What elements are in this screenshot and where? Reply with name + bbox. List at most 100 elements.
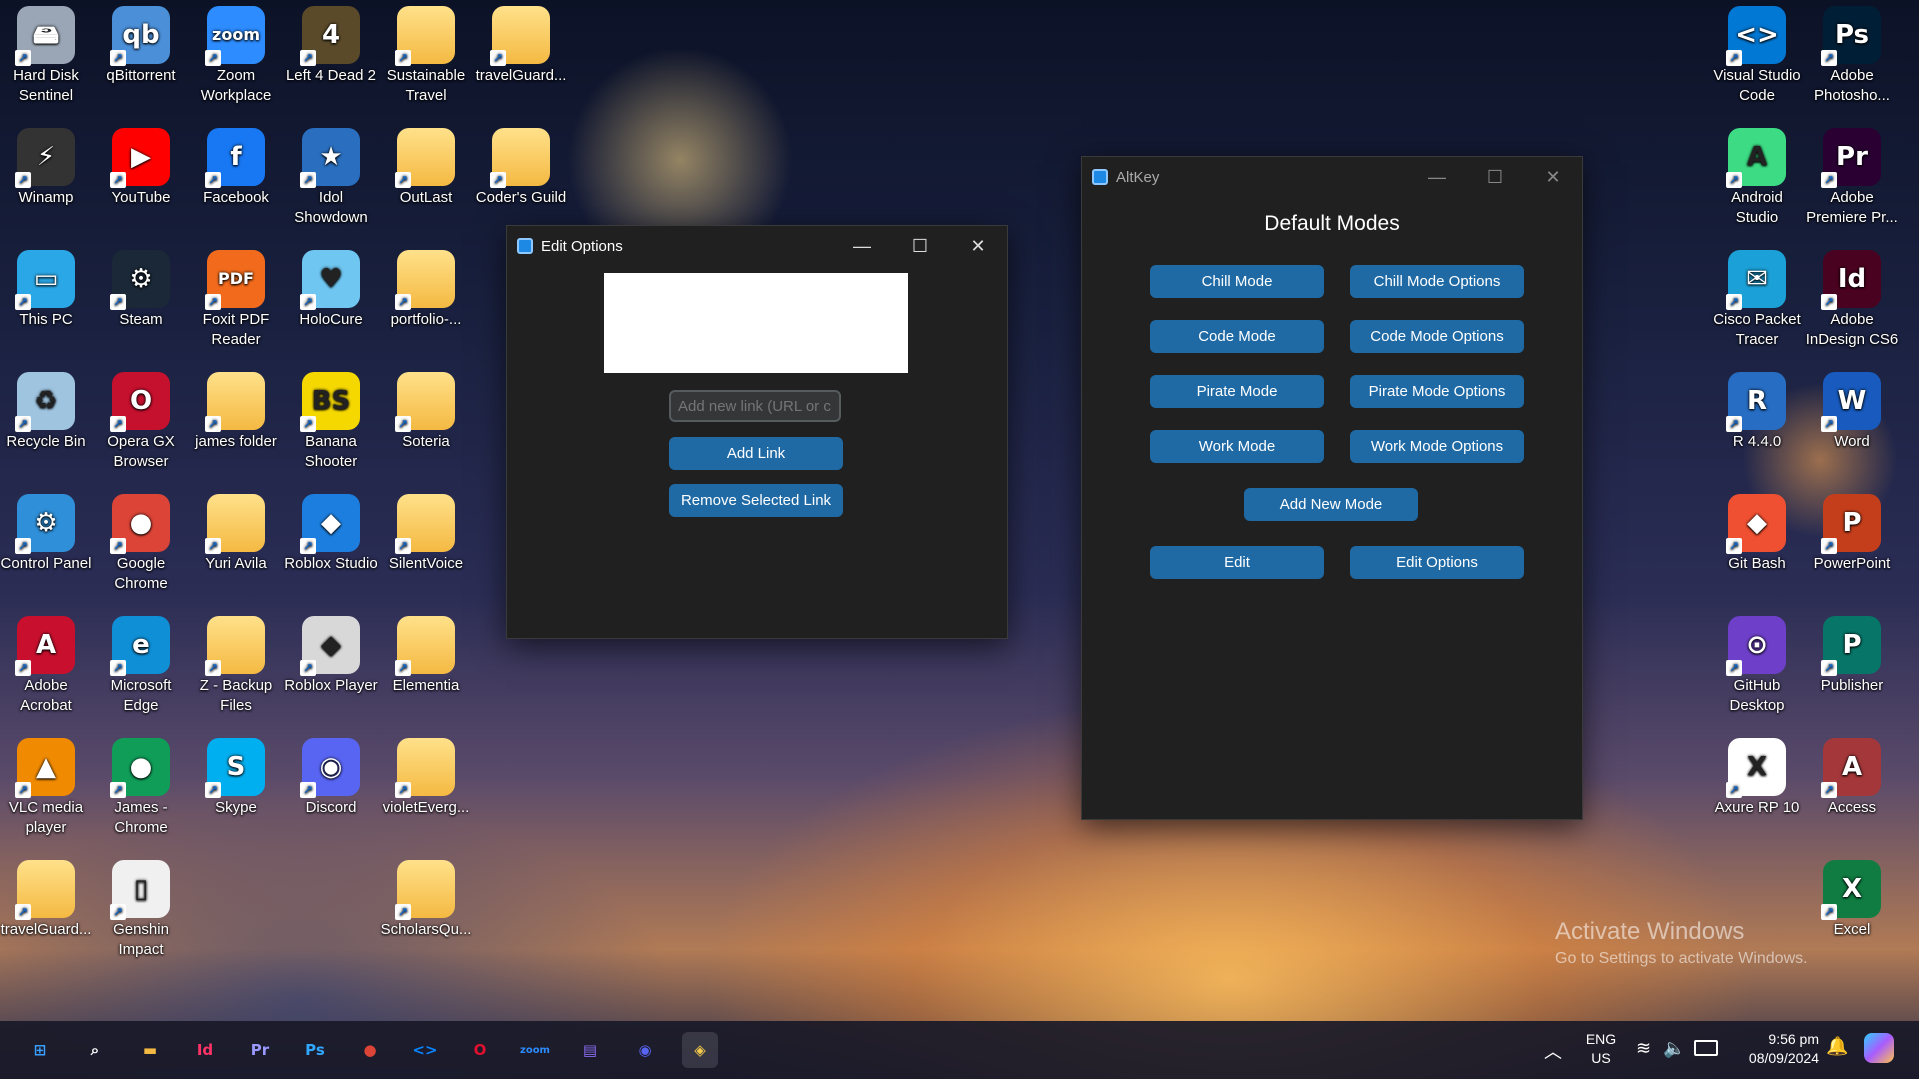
- desktop-icon-travelguard[interactable]: ↗ travelGuard...: [473, 2, 569, 86]
- volume-icon[interactable]: 🔈: [1663, 1038, 1685, 1059]
- desktop-icon-skype[interactable]: S ↗ Skype: [188, 734, 284, 818]
- links-listbox[interactable]: [604, 273, 908, 373]
- desktop-icon-adobe-premiere-pr[interactable]: Pr ↗ Adobe Premiere Pr...: [1804, 124, 1900, 228]
- show-hidden-icons-icon[interactable]: ︿: [1544, 1038, 1562, 1064]
- desktop-icon-recycle-bin[interactable]: ♻ ↗ Recycle Bin: [0, 368, 94, 452]
- maximize-icon[interactable]: ☐: [891, 226, 949, 266]
- desktop-icon-git-bash[interactable]: ◆ ↗ Git Bash: [1709, 490, 1805, 574]
- battery-icon[interactable]: [1694, 1040, 1718, 1056]
- desktop-icon-discord[interactable]: ◉ ↗ Discord: [283, 734, 379, 818]
- chill-mode-button[interactable]: Chill Mode: [1150, 265, 1324, 298]
- desktop-icon-label: HoloCure: [299, 311, 363, 328]
- desktop-icon-steam[interactable]: ⚙ ↗ Steam: [93, 246, 189, 330]
- desktop-icon-foxit-pdf-reader[interactable]: PDF ↗ Foxit PDF Reader: [188, 246, 284, 350]
- desktop-icon-zoom-workplace[interactable]: zoom ↗ Zoom Workplace: [188, 2, 284, 106]
- desktop-icon-travelguard[interactable]: ↗ travelGuard...: [0, 856, 94, 940]
- work-mode-button[interactable]: Work Mode: [1150, 430, 1324, 463]
- desktop-icon-adobe-indesign-cs6[interactable]: Id ↗ Adobe InDesign CS6: [1804, 246, 1900, 350]
- desktop-icon-android-studio[interactable]: A ↗ Android Studio: [1709, 124, 1805, 228]
- desktop-icon-r-4-4-0[interactable]: R ↗ R 4.4.0: [1709, 368, 1805, 452]
- desktop-icon-facebook[interactable]: f ↗ Facebook: [188, 124, 284, 208]
- taskbar-clipchamp-icon[interactable]: ▤: [572, 1032, 608, 1068]
- close-icon[interactable]: ✕: [949, 226, 1007, 266]
- desktop-icon-winamp[interactable]: ⚡ ↗ Winamp: [0, 124, 94, 208]
- desktop-icon-james-chrome[interactable]: ● ↗ James - Chrome: [93, 734, 189, 838]
- desktop-icon-cisco-packet-tracer[interactable]: ✉ ↗ Cisco Packet Tracer: [1709, 246, 1805, 350]
- desktop-icon-idol-showdown[interactable]: ★ ↗ Idol Showdown: [283, 124, 379, 228]
- desktop-icon-adobe-photosho[interactable]: Ps ↗ Adobe Photosho...: [1804, 2, 1900, 106]
- desktop-icon-genshin-impact[interactable]: ▯ ↗ Genshin Impact: [93, 856, 189, 960]
- taskbar-python-icon[interactable]: ◈: [682, 1032, 718, 1068]
- desktop-icon-google-chrome[interactable]: ● ↗ Google Chrome: [93, 490, 189, 594]
- taskbar-search-icon[interactable]: ⌕: [77, 1032, 113, 1068]
- taskbar-chrome-icon[interactable]: ●: [352, 1032, 388, 1068]
- desktop-icon-holocure[interactable]: ♥ ↗ HoloCure: [283, 246, 379, 330]
- pirate-mode-options-button[interactable]: Pirate Mode Options: [1350, 375, 1524, 408]
- altkey-titlebar[interactable]: AltKey — ☐ ✕: [1082, 157, 1582, 197]
- desktop-icon-soteria[interactable]: ↗ Soteria: [378, 368, 474, 452]
- desktop-icon-outlast[interactable]: ↗ OutLast: [378, 124, 474, 208]
- code-mode-options-button[interactable]: Code Mode Options: [1350, 320, 1524, 353]
- work-mode-options-button[interactable]: Work Mode Options: [1350, 430, 1524, 463]
- notifications-bell-icon[interactable]: 🔔: [1826, 1036, 1848, 1057]
- taskbar-opera-icon[interactable]: O: [462, 1032, 498, 1068]
- add-new-mode-button[interactable]: Add New Mode: [1244, 488, 1418, 521]
- taskbar-indesign-icon[interactable]: Id: [187, 1032, 223, 1068]
- pirate-mode-button[interactable]: Pirate Mode: [1150, 375, 1324, 408]
- desktop-icon-access[interactable]: A ↗ Access: [1804, 734, 1900, 818]
- remove-selected-link-button[interactable]: Remove Selected Link: [669, 484, 843, 517]
- add-link-button[interactable]: Add Link: [669, 437, 843, 470]
- taskbar-file-explorer-icon[interactable]: ▬: [132, 1032, 168, 1068]
- minimize-icon[interactable]: —: [833, 226, 891, 266]
- desktop-icon-hard-disk-sentinel[interactable]: 🖴 ↗ Hard Disk Sentinel: [0, 2, 94, 106]
- clock[interactable]: 9:56 pm 08/09/2024: [1733, 1030, 1819, 1068]
- code-mode-button[interactable]: Code Mode: [1150, 320, 1324, 353]
- desktop-icon-left-4-dead-2[interactable]: 4 ↗ Left 4 Dead 2: [283, 2, 379, 86]
- desktop-icon-roblox-studio[interactable]: ◆ ↗ Roblox Studio: [283, 490, 379, 574]
- taskbar-photoshop-icon[interactable]: Ps: [297, 1032, 333, 1068]
- desktop-icon-banana-shooter[interactable]: BS ↗ Banana Shooter: [283, 368, 379, 472]
- desktop-icon-powerpoint[interactable]: P ↗ PowerPoint: [1804, 490, 1900, 574]
- desktop-icon-visual-studio-code[interactable]: <> ↗ Visual Studio Code: [1709, 2, 1805, 106]
- wifi-icon[interactable]: ≋: [1636, 1038, 1651, 1059]
- edit-options-button[interactable]: Edit Options: [1350, 546, 1524, 579]
- desktop-icon-microsoft-edge[interactable]: e ↗ Microsoft Edge: [93, 612, 189, 716]
- desktop-icon-yuri-avila[interactable]: ↗ Yuri Avila: [188, 490, 284, 574]
- desktop-icon-portfolio[interactable]: ↗ portfolio-...: [378, 246, 474, 330]
- desktop-icon-excel[interactable]: X ↗ Excel: [1804, 856, 1900, 940]
- desktop-icon-roblox-player[interactable]: ◆ ↗ Roblox Player: [283, 612, 379, 696]
- desktop-icon-james-folder[interactable]: ↗ james folder: [188, 368, 284, 452]
- taskbar-zoom-icon[interactable]: zoom: [517, 1032, 553, 1068]
- desktop-icon-qbittorrent[interactable]: qb ↗ qBittorrent: [93, 2, 189, 86]
- desktop-icon-silentvoice[interactable]: ↗ SilentVoice: [378, 490, 474, 574]
- desktop-icon-z-backup-files[interactable]: ↗ Z - Backup Files: [188, 612, 284, 716]
- desktop-icon-scholarsqu[interactable]: ↗ ScholarsQu...: [378, 856, 474, 940]
- desktop-icon-sustainable-travel[interactable]: ↗ Sustainable Travel: [378, 2, 474, 106]
- desktop-icon-publisher[interactable]: P ↗ Publisher: [1804, 612, 1900, 696]
- language-indicator[interactable]: ENG US: [1582, 1030, 1620, 1068]
- desktop-icon-vlc-media-player[interactable]: ▲ ↗ VLC media player: [0, 734, 94, 838]
- desktop-icon-this-pc[interactable]: ▭ ↗ This PC: [0, 246, 94, 330]
- minimize-icon[interactable]: —: [1408, 157, 1466, 197]
- desktop-icon-opera-gx-browser[interactable]: O ↗ Opera GX Browser: [93, 368, 189, 472]
- desktop-icon-elementia[interactable]: ↗ Elementia: [378, 612, 474, 696]
- taskbar-vscode-icon[interactable]: <>: [407, 1032, 443, 1068]
- edit-options-titlebar[interactable]: Edit Options — ☐ ✕: [507, 226, 1007, 266]
- desktop-icon-axure-rp-10[interactable]: X ↗ Axure RP 10: [1709, 734, 1805, 818]
- edit-button[interactable]: Edit: [1150, 546, 1324, 579]
- new-link-input[interactable]: [669, 390, 841, 422]
- chill-mode-options-button[interactable]: Chill Mode Options: [1350, 265, 1524, 298]
- close-icon[interactable]: ✕: [1524, 157, 1582, 197]
- desktop-icon-adobe-acrobat[interactable]: A ↗ Adobe Acrobat: [0, 612, 94, 716]
- taskbar-discord-icon[interactable]: ◉: [627, 1032, 663, 1068]
- copilot-icon[interactable]: [1864, 1033, 1894, 1063]
- desktop-icon-word[interactable]: W ↗ Word: [1804, 368, 1900, 452]
- desktop-icon-control-panel[interactable]: ⚙ ↗ Control Panel: [0, 490, 94, 574]
- taskbar-start-icon[interactable]: ⊞: [22, 1032, 58, 1068]
- desktop-icon-github-desktop[interactable]: ⊙ ↗ GitHub Desktop: [1709, 612, 1805, 716]
- desktop-icon-coder-s-guild[interactable]: ↗ Coder's Guild: [473, 124, 569, 208]
- desktop-icon-youtube[interactable]: ▶ ↗ YouTube: [93, 124, 189, 208]
- maximize-icon[interactable]: ☐: [1466, 157, 1524, 197]
- taskbar-premiere-icon[interactable]: Pr: [242, 1032, 278, 1068]
- desktop-icon-violeteverg[interactable]: ↗ violetEverg...: [378, 734, 474, 818]
